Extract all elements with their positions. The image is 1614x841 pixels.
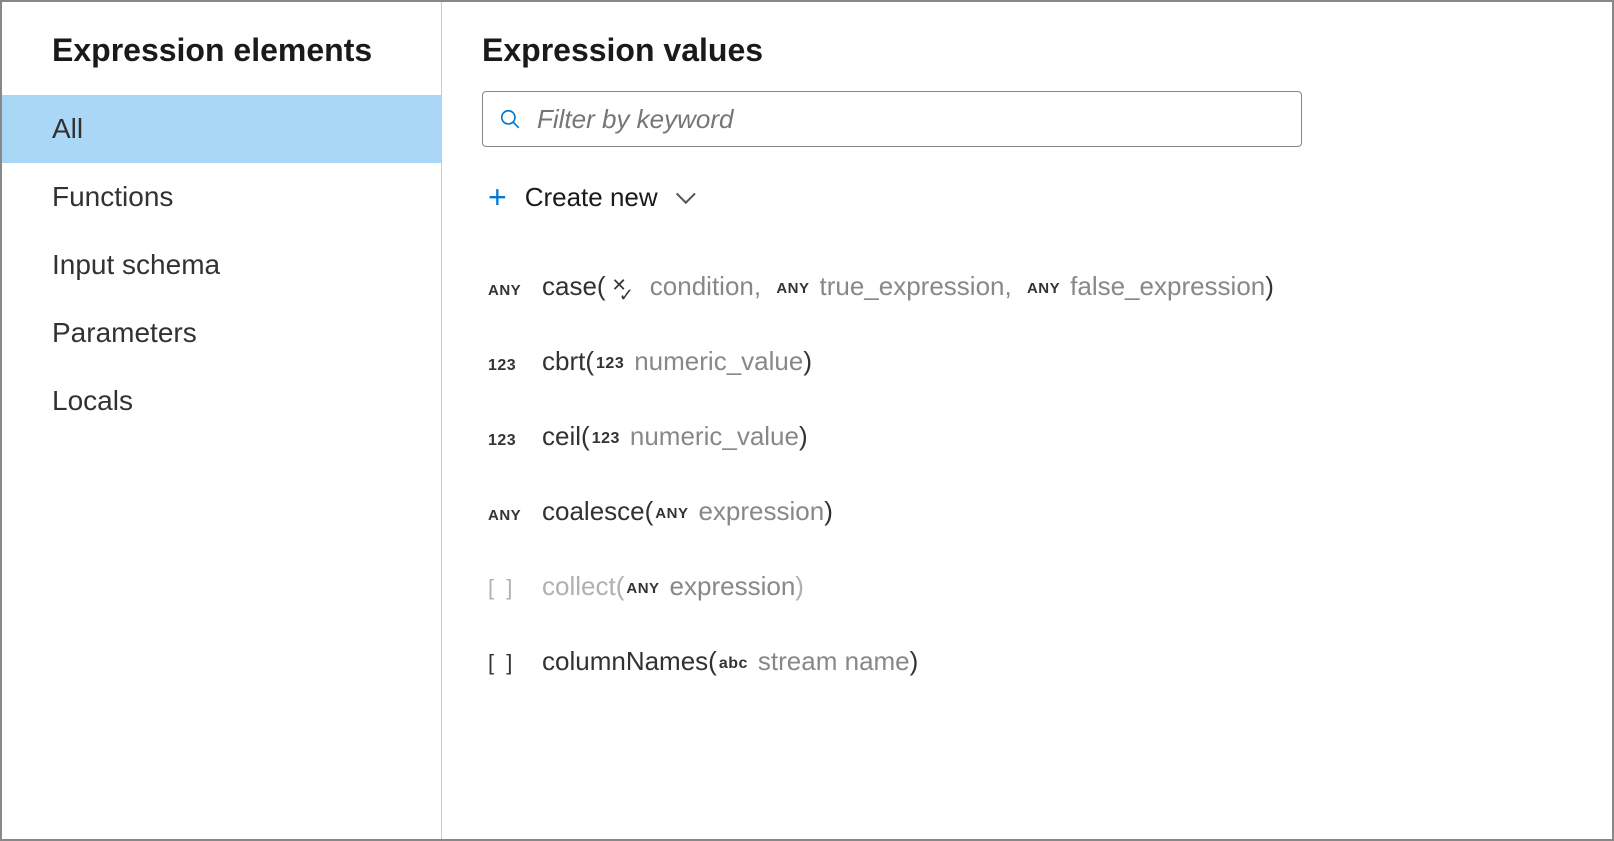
function-name: case bbox=[542, 271, 597, 301]
create-new-label: Create new bbox=[525, 182, 658, 213]
function-item-cbrt[interactable]: 123cbrt(123numeric_value) bbox=[482, 324, 1572, 399]
sidebar-title: Expression elements bbox=[2, 22, 441, 95]
type-badge: ANY bbox=[626, 580, 659, 597]
return-type-badge: 123 bbox=[488, 357, 542, 375]
sidebar: Expression elements AllFunctionsInput sc… bbox=[2, 2, 442, 839]
param-name: numeric_value bbox=[634, 346, 803, 376]
create-new-button[interactable]: + Create new bbox=[482, 167, 1572, 249]
function-name: ceil bbox=[542, 421, 581, 451]
type-badge: ANY bbox=[655, 505, 688, 522]
param-name: condition bbox=[650, 271, 754, 301]
return-type-badge: [ ] bbox=[488, 650, 542, 676]
filter-box[interactable] bbox=[482, 91, 1302, 147]
function-signature: columnNames(abcstream name) bbox=[542, 646, 918, 677]
return-type-badge: 123 bbox=[488, 432, 542, 450]
function-item-ceil[interactable]: 123ceil(123numeric_value) bbox=[482, 399, 1572, 474]
sidebar-item-locals[interactable]: Locals bbox=[2, 367, 441, 435]
function-signature: coalesce(ANYexpression) bbox=[542, 496, 833, 527]
param-name: stream name bbox=[758, 646, 910, 676]
function-item-coalesce[interactable]: ANYcoalesce(ANYexpression) bbox=[482, 474, 1572, 549]
sidebar-item-input-schema[interactable]: Input schema bbox=[2, 231, 441, 299]
filter-input[interactable] bbox=[537, 104, 1285, 135]
function-item-case[interactable]: ANYcase(✕✓condition, ANYtrue_expression,… bbox=[482, 249, 1572, 324]
return-type-badge: ANY bbox=[488, 282, 542, 299]
search-icon bbox=[499, 108, 521, 130]
type-badge: ANY bbox=[1027, 280, 1060, 297]
return-type-badge: [ ] bbox=[488, 575, 542, 601]
function-list: ANYcase(✕✓condition, ANYtrue_expression,… bbox=[482, 249, 1572, 699]
param-name: expression bbox=[670, 571, 796, 601]
type-badge: ANY bbox=[776, 280, 809, 297]
chevron-down-icon bbox=[676, 184, 696, 204]
function-name: cbrt bbox=[542, 346, 585, 376]
main-panel: Expression values + Create new ANYcase(✕… bbox=[442, 2, 1612, 839]
boolean-type-icon: ✕✓ bbox=[610, 287, 640, 297]
param-name: expression bbox=[698, 496, 824, 526]
type-badge: abc bbox=[719, 655, 748, 672]
function-signature: ceil(123numeric_value) bbox=[542, 421, 808, 452]
type-badge: 123 bbox=[596, 355, 624, 372]
sidebar-item-functions[interactable]: Functions bbox=[2, 163, 441, 231]
function-item-collect[interactable]: [ ]collect(ANYexpression) bbox=[482, 549, 1572, 624]
function-name: coalesce bbox=[542, 496, 645, 526]
function-name: collect bbox=[542, 571, 616, 601]
function-signature: cbrt(123numeric_value) bbox=[542, 346, 812, 377]
function-signature: case(✕✓condition, ANYtrue_expression, AN… bbox=[542, 271, 1274, 302]
type-badge: 123 bbox=[592, 430, 620, 447]
return-type-badge: ANY bbox=[488, 507, 542, 524]
main-title: Expression values bbox=[482, 22, 1572, 91]
function-name: columnNames bbox=[542, 646, 708, 676]
param-name: false_expression bbox=[1070, 271, 1265, 301]
sidebar-item-parameters[interactable]: Parameters bbox=[2, 299, 441, 367]
param-name: numeric_value bbox=[630, 421, 799, 451]
param-name: true_expression bbox=[820, 271, 1005, 301]
function-item-columnNames[interactable]: [ ]columnNames(abcstream name) bbox=[482, 624, 1572, 699]
plus-icon: + bbox=[488, 181, 507, 213]
function-signature: collect(ANYexpression) bbox=[542, 571, 804, 602]
sidebar-item-all[interactable]: All bbox=[2, 95, 441, 163]
